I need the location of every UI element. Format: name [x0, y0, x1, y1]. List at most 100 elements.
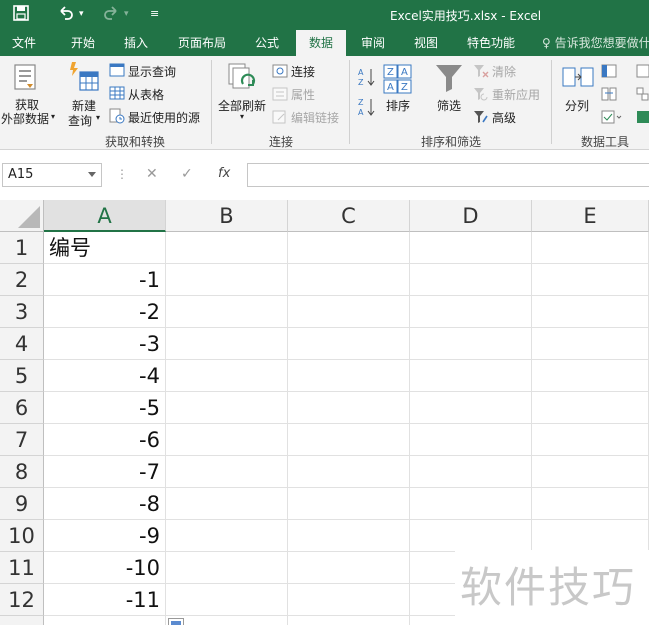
tell-me-search[interactable]: ♀ 告诉我您想要做什	[542, 30, 649, 56]
cell-e2[interactable]	[532, 264, 649, 296]
sort-descending-icon[interactable]: ZA	[358, 96, 376, 122]
cell-c13[interactable]	[288, 616, 410, 625]
get-external-label-2[interactable]: 外部数据	[1, 110, 49, 127]
cell-a5[interactable]: -4	[44, 360, 166, 392]
cell-c8[interactable]	[288, 456, 410, 488]
cancel-icon[interactable]: ✕	[146, 166, 158, 182]
column-header-c[interactable]: C	[288, 200, 410, 232]
row-header[interactable]: 6	[0, 392, 44, 424]
cell-b8[interactable]	[166, 456, 288, 488]
enter-icon[interactable]: ✓	[181, 166, 193, 182]
cell-c4[interactable]	[288, 328, 410, 360]
cell-d3[interactable]	[410, 296, 532, 328]
cell-b9[interactable]	[166, 488, 288, 520]
tab-data[interactable]: 数据	[296, 30, 346, 56]
cell-d7[interactable]	[410, 424, 532, 456]
properties-button[interactable]: 属性	[291, 86, 315, 103]
flash-fill-icon[interactable]	[601, 63, 617, 82]
cell-a3[interactable]: -2	[44, 296, 166, 328]
sort-button[interactable]: 排序	[386, 97, 410, 114]
cell-b5[interactable]	[166, 360, 288, 392]
row-header[interactable]: 8	[0, 456, 44, 488]
data-validation-icon[interactable]	[601, 109, 623, 128]
clear-button[interactable]: 清除	[492, 63, 516, 80]
column-header-d[interactable]: D	[410, 200, 532, 232]
select-all-button[interactable]	[0, 200, 44, 232]
cell-c7[interactable]	[288, 424, 410, 456]
row-header[interactable]: 12	[0, 584, 44, 616]
cell-a8[interactable]: -7	[44, 456, 166, 488]
cell-b3[interactable]	[166, 296, 288, 328]
cell-e9[interactable]	[532, 488, 649, 520]
cell-b4[interactable]	[166, 328, 288, 360]
sort-ascending-icon[interactable]: AZ	[358, 66, 376, 92]
from-table-button[interactable]: 从表格	[128, 86, 164, 103]
cell-e7[interactable]	[532, 424, 649, 456]
cell-b10[interactable]	[166, 520, 288, 552]
column-header-e[interactable]: E	[532, 200, 649, 232]
filter-button[interactable]: 筛选	[437, 97, 461, 114]
recent-sources-button[interactable]: 最近使用的源	[128, 109, 200, 126]
name-box[interactable]: A15	[2, 163, 102, 187]
new-query-label-2[interactable]: 查询	[68, 112, 92, 129]
redo-icon[interactable]	[102, 4, 120, 24]
cell-b11[interactable]	[166, 552, 288, 584]
cell-e4[interactable]	[532, 328, 649, 360]
column-header-a[interactable]: A	[44, 200, 166, 232]
cell-b7[interactable]	[166, 424, 288, 456]
remove-duplicates-icon[interactable]	[601, 86, 617, 105]
formula-input[interactable]	[247, 163, 649, 187]
cell-a11[interactable]: -10	[44, 552, 166, 584]
cell-a10[interactable]: -9	[44, 520, 166, 552]
undo-dropdown-icon[interactable]: ▾	[79, 4, 84, 24]
customize-icon[interactable]: ≡	[150, 4, 159, 24]
name-box-dropdown-icon[interactable]	[88, 172, 96, 177]
cell-b1[interactable]	[166, 232, 288, 264]
cell-b12[interactable]	[166, 584, 288, 616]
tab-page-layout[interactable]: 页面布局	[178, 30, 226, 56]
cell-e1[interactable]	[532, 232, 649, 264]
cell-b6[interactable]	[166, 392, 288, 424]
cell-b13[interactable]	[166, 616, 288, 625]
cell-c5[interactable]	[288, 360, 410, 392]
reapply-button[interactable]: 重新应用	[492, 86, 540, 103]
show-queries-button[interactable]: 显示查询	[128, 63, 176, 80]
column-header-b[interactable]: B	[166, 200, 288, 232]
cell-c9[interactable]	[288, 488, 410, 520]
cell-c1[interactable]	[288, 232, 410, 264]
cell-d5[interactable]	[410, 360, 532, 392]
row-header[interactable]	[0, 616, 44, 625]
data-model-icon[interactable]	[636, 109, 649, 128]
row-header[interactable]: 7	[0, 424, 44, 456]
quick-analysis-icon[interactable]	[168, 618, 184, 625]
text-to-columns-button[interactable]: 分列	[565, 97, 589, 114]
cell-d8[interactable]	[410, 456, 532, 488]
cell-e3[interactable]	[532, 296, 649, 328]
cell-c12[interactable]	[288, 584, 410, 616]
cell-e10[interactable]	[532, 520, 649, 552]
tab-home[interactable]: 开始	[71, 30, 95, 56]
cell-d1[interactable]	[410, 232, 532, 264]
undo-icon[interactable]	[57, 4, 75, 24]
advanced-button[interactable]: 高级	[492, 109, 516, 126]
tab-view[interactable]: 视图	[414, 30, 438, 56]
cell-a2[interactable]: -1	[44, 264, 166, 296]
cell-c11[interactable]	[288, 552, 410, 584]
tab-special-features[interactable]: 特色功能	[467, 30, 515, 56]
cell-c2[interactable]	[288, 264, 410, 296]
cell-e6[interactable]	[532, 392, 649, 424]
cell-d10[interactable]	[410, 520, 532, 552]
cell-d9[interactable]	[410, 488, 532, 520]
tab-insert[interactable]: 插入	[124, 30, 148, 56]
row-header[interactable]: 11	[0, 552, 44, 584]
cell-d4[interactable]	[410, 328, 532, 360]
cell-c3[interactable]	[288, 296, 410, 328]
row-header[interactable]: 4	[0, 328, 44, 360]
cell-a9[interactable]: -8	[44, 488, 166, 520]
cell-d2[interactable]	[410, 264, 532, 296]
cell-c6[interactable]	[288, 392, 410, 424]
tab-file[interactable]: 文件	[12, 30, 36, 56]
row-header[interactable]: 3	[0, 296, 44, 328]
cell-c10[interactable]	[288, 520, 410, 552]
get-external-dropdown-icon[interactable]: ▾	[51, 112, 55, 121]
